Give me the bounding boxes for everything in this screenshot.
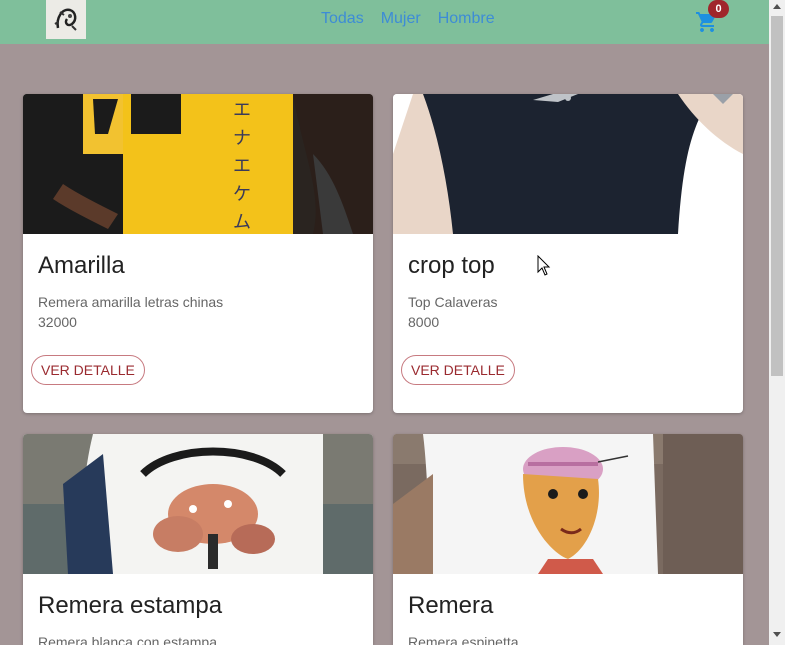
product-card: crop top Top Calaveras 8000 VER DETALLE xyxy=(393,94,743,413)
product-image[interactable]: エ ナ エ ケ ム xyxy=(23,94,373,234)
product-title: Remera estampa xyxy=(38,592,223,619)
nav-link-todas[interactable]: Todas xyxy=(321,10,364,28)
product-image[interactable] xyxy=(393,434,743,574)
product-image[interactable] xyxy=(393,94,743,234)
cart-count-badge: 0 xyxy=(708,0,729,18)
scrollbar-thumb[interactable] xyxy=(771,16,783,376)
scroll-down-arrow-icon[interactable] xyxy=(773,632,781,637)
vertical-scrollbar[interactable] xyxy=(769,0,785,645)
svg-text:ケ: ケ xyxy=(233,184,251,205)
product-description: Top Calaveras xyxy=(408,294,498,310)
product-card: Remera Remera espinetta xyxy=(393,434,743,645)
view-detail-button[interactable]: VER DETALLE xyxy=(401,355,515,385)
product-image[interactable] xyxy=(23,434,373,574)
svg-text:エ: エ xyxy=(233,156,251,177)
product-card: エ ナ エ ケ ム Amarilla Remera amarilla letra… xyxy=(23,94,373,413)
nav-link-mujer[interactable]: Mujer xyxy=(381,10,421,28)
scroll-up-arrow-icon[interactable] xyxy=(773,4,781,9)
svg-text:ム: ム xyxy=(233,212,251,233)
navbar: Todas Mujer Hombre 0 xyxy=(0,0,769,44)
view-detail-button[interactable]: VER DETALLE xyxy=(31,355,145,385)
brand-logo[interactable] xyxy=(46,0,86,39)
product-price: 8000 xyxy=(408,314,440,330)
nav-link-hombre[interactable]: Hombre xyxy=(438,10,495,28)
mouse-cursor-icon xyxy=(537,254,551,282)
product-card: Remera estampa Remera blanca con estampa xyxy=(23,434,373,645)
svg-text:エ: エ xyxy=(233,100,251,121)
product-title: Amarilla xyxy=(38,252,125,279)
svg-text:ナ: ナ xyxy=(233,128,251,149)
product-price: 32000 xyxy=(38,314,77,330)
product-description: Remera blanca con estampa xyxy=(38,634,217,645)
product-description: Remera amarilla letras chinas xyxy=(38,294,224,310)
product-description: Remera espinetta xyxy=(408,634,519,645)
product-title: Remera xyxy=(408,592,494,619)
product-title: crop top xyxy=(408,252,495,279)
